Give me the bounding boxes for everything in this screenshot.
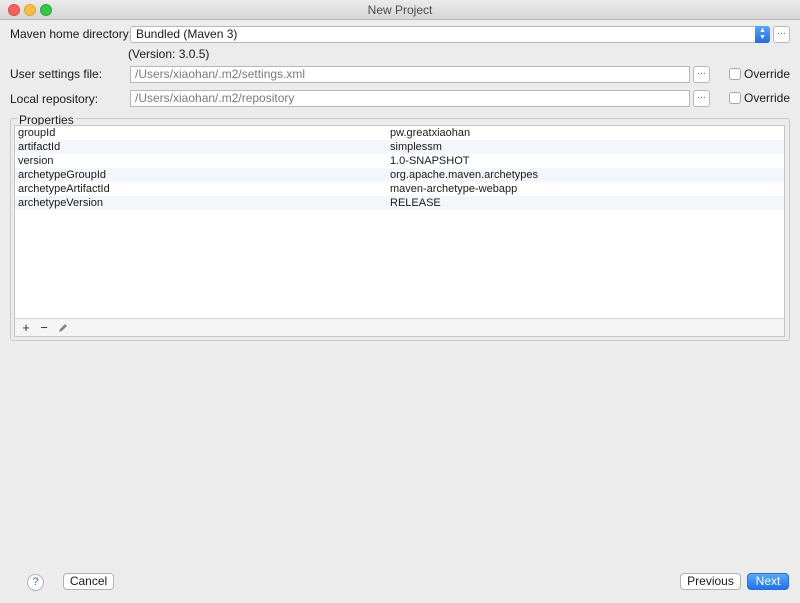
previous-button[interactable]: Previous xyxy=(680,573,741,590)
title-bar: New Project xyxy=(0,0,800,20)
property-key: archetypeVersion xyxy=(18,197,103,209)
maven-home-select[interactable]: Bundled (Maven 3) ▲ ▼ xyxy=(130,26,770,43)
property-key: groupId xyxy=(18,127,56,139)
user-settings-label: User settings file: xyxy=(10,67,103,81)
property-key: version xyxy=(18,155,54,167)
table-row[interactable]: version 1.0-SNAPSHOT xyxy=(15,154,784,168)
local-repository-field[interactable]: /Users/xiaohan/.m2/repository xyxy=(130,90,690,107)
property-value: maven-archetype-webapp xyxy=(390,183,518,195)
local-repository-override-checkbox[interactable] xyxy=(729,92,741,104)
help-button[interactable]: ? xyxy=(27,574,44,591)
table-row[interactable]: archetypeArtifactId maven-archetype-weba… xyxy=(15,182,784,196)
local-repository-browse-button[interactable]: ... xyxy=(693,90,710,107)
table-row[interactable]: artifactId simplessm xyxy=(15,140,784,154)
maven-home-browse-button[interactable]: ... xyxy=(773,26,790,43)
table-row[interactable]: archetypeVersion RELEASE xyxy=(15,196,784,210)
property-key: archetypeGroupId xyxy=(18,169,107,181)
minus-icon[interactable]: − xyxy=(36,320,52,335)
property-value: RELEASE xyxy=(390,197,441,209)
property-value: simplessm xyxy=(390,141,442,153)
user-settings-browse-button[interactable]: ... xyxy=(693,66,710,83)
plus-icon[interactable]: + xyxy=(18,320,34,335)
property-value: pw.greatxiaohan xyxy=(390,127,471,139)
user-settings-field[interactable]: /Users/xiaohan/.m2/settings.xml xyxy=(130,66,690,83)
chevron-updown-icon: ▲ ▼ xyxy=(755,26,770,43)
cancel-button[interactable]: Cancel xyxy=(63,573,114,590)
local-repository-label: Local repository: xyxy=(10,92,99,106)
property-key: archetypeArtifactId xyxy=(18,183,110,195)
user-settings-override-label: Override xyxy=(744,67,791,81)
property-key: artifactId xyxy=(18,141,61,153)
table-row[interactable]: groupId pw.greatxiaohan xyxy=(15,126,784,140)
maven-home-label: Maven home directory: xyxy=(10,27,133,41)
local-repository-override-label: Override xyxy=(744,91,791,105)
pencil-icon[interactable] xyxy=(55,320,71,335)
maven-home-value: Bundled (Maven 3) xyxy=(136,27,238,41)
new-project-window: New Project Maven home directory: Bundle… xyxy=(0,0,800,603)
table-row[interactable]: archetypeGroupId org.apache.maven.archet… xyxy=(15,168,784,182)
maven-version-text: (Version: 3.0.5) xyxy=(128,47,210,61)
window-title: New Project xyxy=(367,3,433,17)
property-value: org.apache.maven.archetypes xyxy=(390,169,538,181)
properties-toolbar: + − xyxy=(15,318,784,336)
user-settings-override-checkbox[interactable] xyxy=(729,68,741,80)
properties-table[interactable]: groupId pw.greatxiaohan artifactId simpl… xyxy=(14,125,785,337)
property-value: 1.0-SNAPSHOT xyxy=(390,155,470,167)
next-button[interactable]: Next xyxy=(747,573,789,590)
